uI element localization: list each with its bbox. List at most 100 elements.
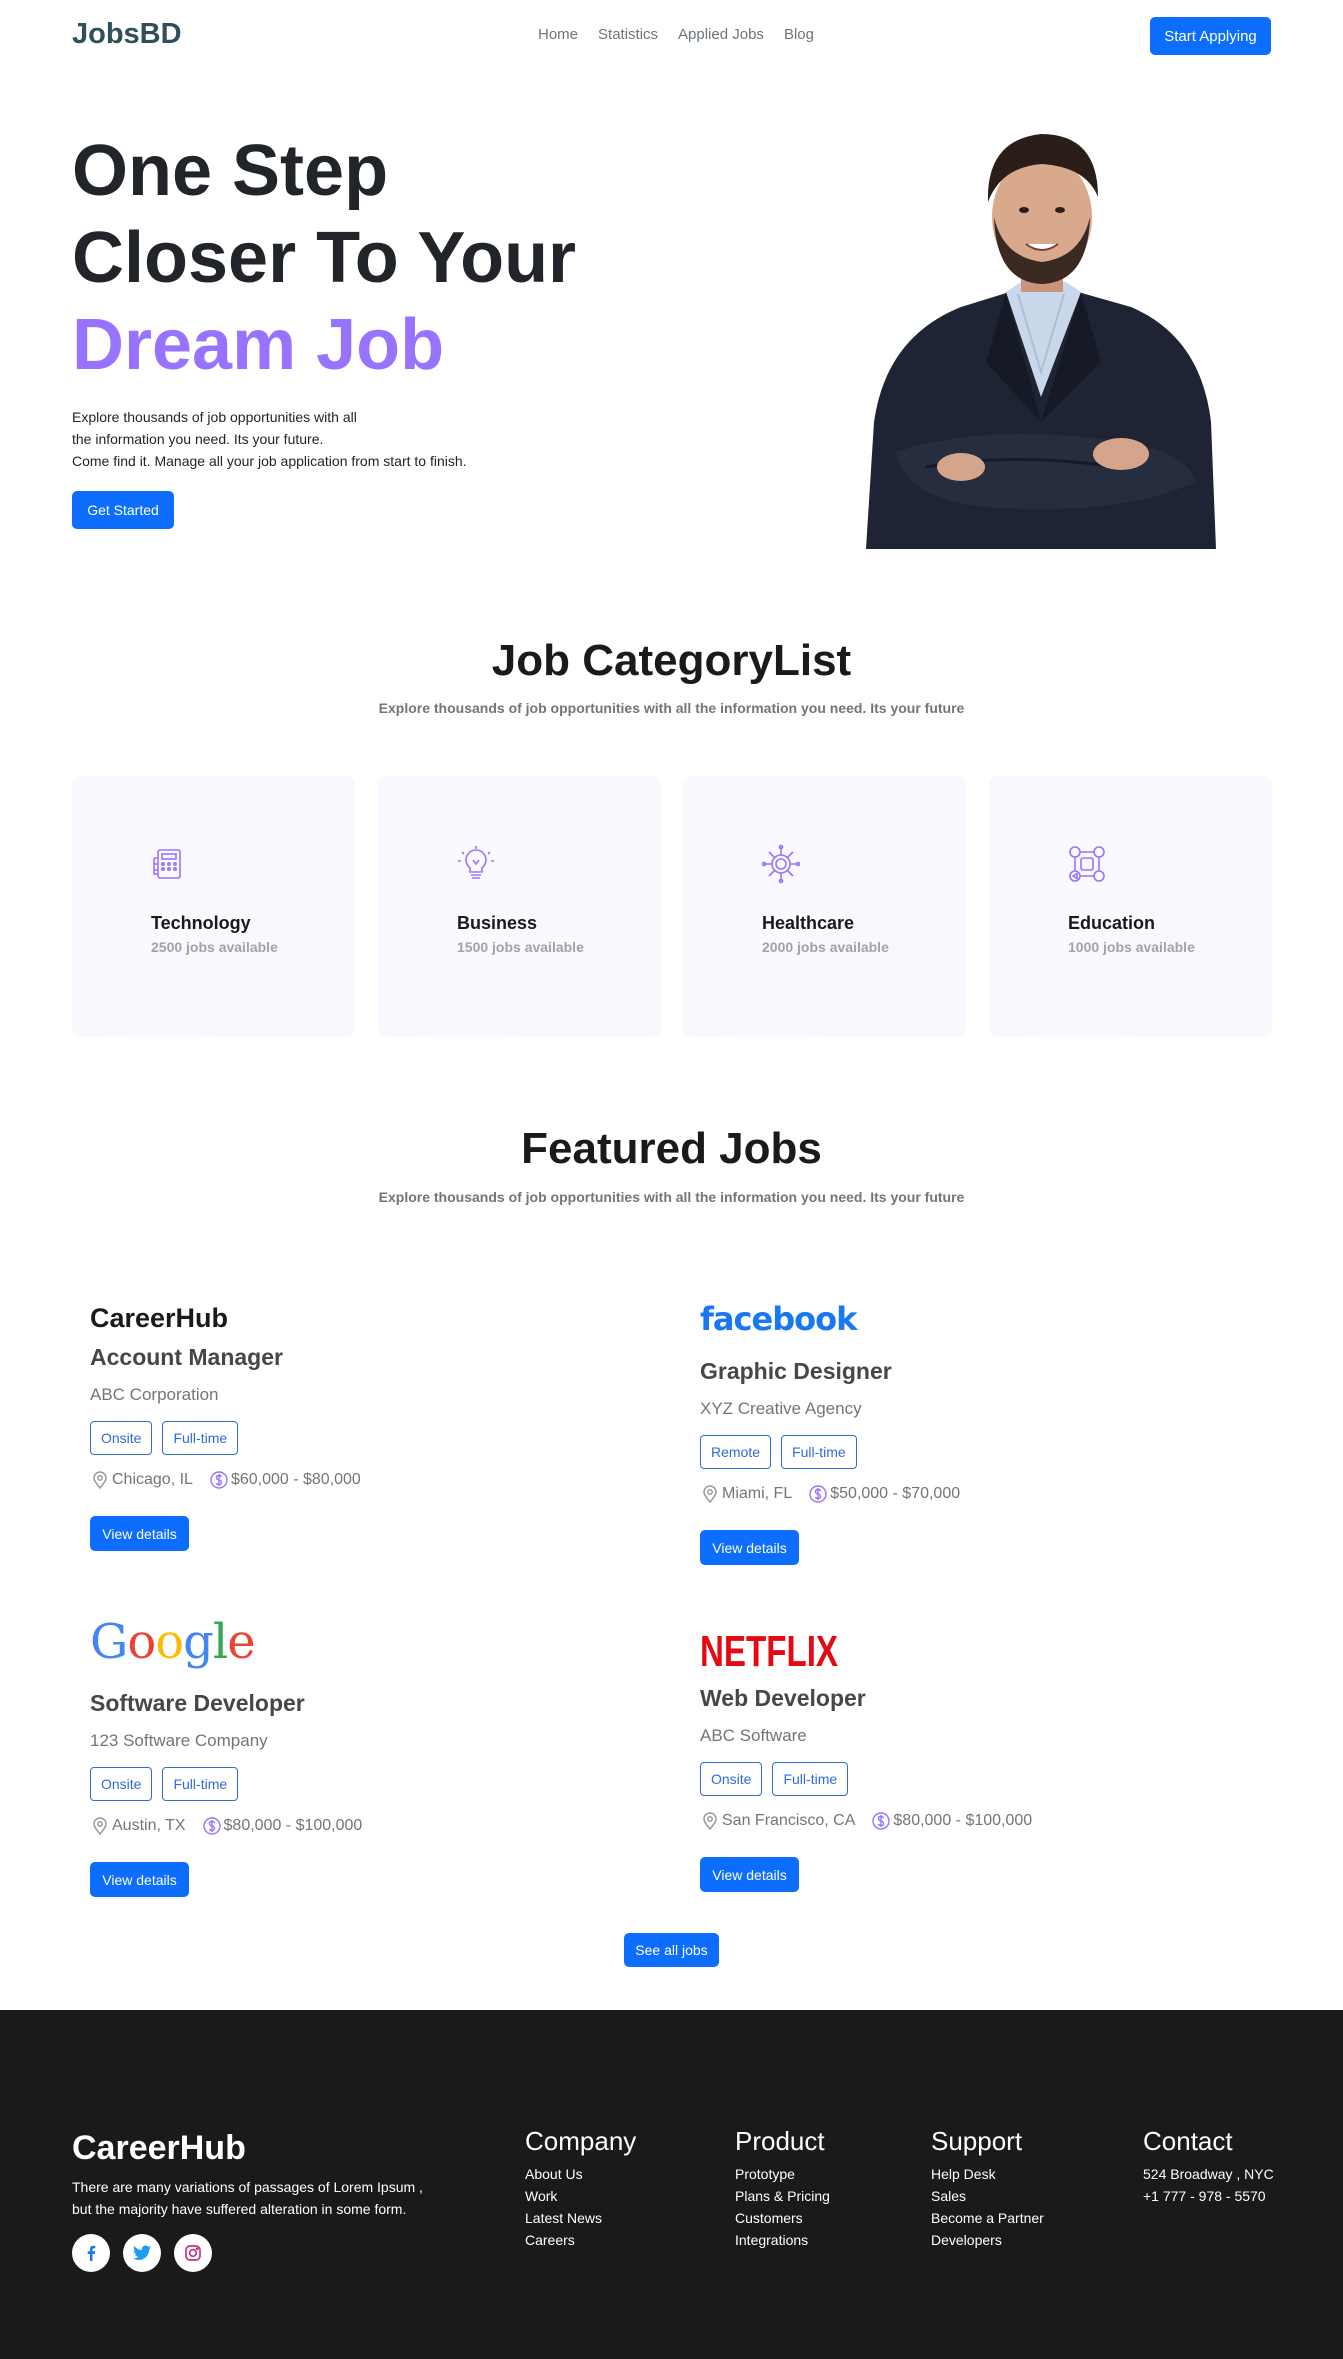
start-applying-button[interactable]: Start Applying — [1150, 17, 1271, 55]
view-details-button[interactable]: View details — [700, 1857, 799, 1892]
job-meta: San Francisco, CA $80,000 - $100,000 — [700, 1811, 1032, 1831]
job-salary: $80,000 - $100,000 — [893, 1812, 1033, 1829]
category-card-healthcare[interactable]: Healthcare 2000 jobs available — [683, 776, 966, 1037]
job-title: Account Manager — [90, 1344, 283, 1370]
job-tag: Onsite — [90, 1421, 153, 1455]
footer-link[interactable]: Work — [525, 2185, 636, 2207]
company-logo-netflix: NETFLIX — [700, 1628, 838, 1672]
dollar-icon — [210, 1471, 228, 1489]
footer-col-contact: Contact 524 Broadway , NYC +1 777 - 978 … — [1143, 2126, 1274, 2207]
nav-link-applied-jobs[interactable]: Applied Jobs — [678, 26, 764, 43]
nav-links: Home Statistics Applied Jobs Blog — [538, 26, 814, 43]
nav-link-statistics[interactable]: Statistics — [598, 26, 658, 43]
job-location: Austin, TX — [112, 1817, 186, 1834]
social-links — [72, 2234, 212, 2272]
category-name: Business — [457, 913, 538, 933]
category-count: 2500 jobs available — [151, 939, 278, 955]
job-tag: Full-time — [772, 1762, 849, 1796]
job-tag: Onsite — [90, 1767, 153, 1801]
instagram-icon[interactable] — [174, 2234, 212, 2272]
footer-link[interactable]: Developers — [931, 2229, 1044, 2251]
social-media-icon — [1069, 846, 1105, 882]
footer-link[interactable]: Integrations — [735, 2229, 830, 2251]
see-all-jobs-button[interactable]: See all jobs — [624, 1933, 719, 1967]
footer-link[interactable]: About Us — [525, 2163, 636, 2185]
facebook-icon[interactable] — [72, 2234, 110, 2272]
category-card-technology[interactable]: Technology 2500 jobs available — [72, 776, 355, 1037]
hero-title-line1: One Step — [72, 131, 389, 211]
category-count: 2000 jobs available — [762, 939, 889, 955]
footer-link[interactable]: Help Desk — [931, 2163, 1044, 2185]
footer-link[interactable]: Careers — [525, 2229, 636, 2251]
job-tags: Onsite Full-time — [90, 1767, 239, 1801]
hero-desc-line1: Explore thousands of job opportunities w… — [72, 409, 357, 425]
footer-col-product: Product Prototype Plans & Pricing Custom… — [735, 2126, 830, 2251]
contact-address: 524 Broadway , NYC — [1143, 2166, 1274, 2182]
category-name: Healthcare — [762, 913, 855, 933]
location-icon — [703, 1485, 717, 1504]
job-company: ABC Corporation — [90, 1385, 219, 1404]
footer-col-title: Product — [735, 2126, 825, 2156]
job-tags: Onsite Full-time — [90, 1421, 239, 1455]
footer: CareerHub There are many variations of p… — [0, 2010, 1343, 2359]
view-details-button[interactable]: View details — [90, 1516, 189, 1551]
hero-title: One Step Closer To Your Dream Job — [72, 128, 576, 389]
job-salary: $80,000 - $100,000 — [223, 1817, 363, 1834]
hero-person-image — [866, 134, 1216, 549]
category-card-business[interactable]: Business 1500 jobs available — [378, 776, 661, 1037]
location-icon — [703, 1812, 717, 1831]
job-card: CareerHub Account Manager ABC Corporatio… — [90, 1303, 650, 1603]
category-card-education[interactable]: Education 1000 jobs available — [989, 776, 1272, 1037]
footer-description: There are many variations of passages of… — [72, 2176, 423, 2220]
footer-col-title: Support — [931, 2126, 1023, 2156]
category-count: 1500 jobs available — [457, 939, 584, 955]
category-name: Education — [1068, 913, 1156, 933]
job-title: Software Developer — [90, 1690, 305, 1716]
job-location: Miami, FL — [722, 1485, 793, 1502]
footer-link[interactable]: Sales — [931, 2185, 1044, 2207]
dollar-icon — [809, 1485, 827, 1503]
view-details-button[interactable]: View details — [90, 1862, 189, 1897]
footer-col-title: Company — [525, 2126, 637, 2156]
twitter-icon[interactable] — [123, 2234, 161, 2272]
company-logo-facebook: facebook — [700, 1300, 857, 1338]
job-card: NETFLIX Web Developer ABC Software Onsit… — [700, 1628, 1260, 1928]
view-details-button[interactable]: View details — [700, 1530, 799, 1565]
featured-section-subtitle: Explore thousands of job opportunities w… — [378, 1189, 965, 1205]
dollar-icon — [872, 1812, 891, 1830]
hero-description: Explore thousands of job opportunities w… — [72, 406, 467, 472]
footer-link[interactable]: Prototype — [735, 2163, 830, 2185]
get-started-button[interactable]: Get Started — [72, 491, 174, 529]
dollar-icon — [202, 1817, 221, 1835]
contact-phone: +1 777 - 978 - 5570 — [1143, 2188, 1266, 2204]
featured-section-title: Featured Jobs — [521, 1124, 822, 1173]
job-company: XYZ Creative Agency — [700, 1399, 862, 1418]
job-card: Google Software Developer 123 Software C… — [90, 1614, 650, 1922]
footer-brand: CareerHub — [72, 2129, 246, 2167]
nav-link-blog[interactable]: Blog — [784, 26, 814, 43]
company-logo-careerhub: CareerHub — [90, 1303, 229, 1333]
nav-link-home[interactable]: Home — [538, 26, 578, 43]
company-logo-google: Google — [90, 1614, 256, 1670]
category-name: Technology — [151, 913, 251, 933]
brand-logo[interactable]: JobsBD — [72, 18, 182, 51]
location-icon — [93, 1471, 107, 1490]
footer-col-support: Support Help Desk Sales Become a Partner… — [931, 2126, 1044, 2251]
footer-link[interactable]: Become a Partner — [931, 2207, 1044, 2229]
hero-desc-line2: the information you need. Its your futur… — [72, 431, 324, 447]
footer-link[interactable]: Plans & Pricing — [735, 2185, 830, 2207]
job-tag: Full-time — [162, 1421, 239, 1455]
job-title: Graphic Designer — [700, 1358, 892, 1384]
category-section-title: Job CategoryList — [491, 636, 852, 685]
footer-link[interactable]: Customers — [735, 2207, 830, 2229]
footer-desc-line1: There are many variations of passages of… — [72, 2179, 423, 2195]
footer-link[interactable]: Latest News — [525, 2207, 636, 2229]
job-tag: Full-time — [162, 1767, 239, 1801]
job-meta: Austin, TX $80,000 - $100,000 — [90, 1816, 362, 1836]
job-location: San Francisco, CA — [722, 1812, 856, 1829]
hero-desc-line3: Come find it. Manage all your job applic… — [72, 453, 467, 469]
job-tag: Onsite — [700, 1762, 763, 1796]
category-count: 1000 jobs available — [1068, 939, 1195, 955]
svg-text:NETFLIX: NETFLIX — [700, 1628, 838, 1672]
footer-col-title: Contact — [1143, 2126, 1233, 2156]
